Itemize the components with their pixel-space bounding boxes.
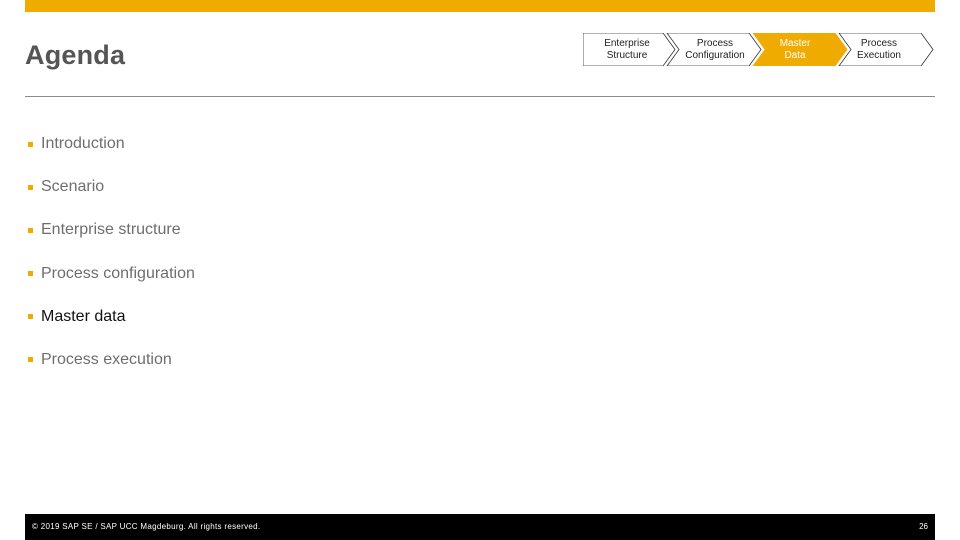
- agenda-item-label: Master data: [41, 307, 126, 325]
- chevron-label-master-data: Master Data: [779, 37, 811, 61]
- chevron-label-process-execution: Process Execution: [857, 37, 901, 61]
- square-bullet-icon: [28, 271, 33, 277]
- agenda-list: Introduction Scenario Enterprise structu…: [28, 133, 195, 392]
- title-divider: [25, 96, 935, 97]
- agenda-item-label: Scenario: [41, 178, 105, 196]
- chevron-label-process-configuration: Process Configuration: [685, 37, 745, 61]
- footer-bar: © 2019 SAP SE / SAP UCC Magdeburg. All r…: [25, 514, 935, 540]
- square-bullet-icon: [28, 141, 33, 147]
- agenda-item-enterprise-structure: Enterprise structure: [28, 219, 195, 241]
- agenda-item-label: Enterprise structure: [41, 221, 181, 239]
- page-number: 26: [919, 522, 928, 531]
- agenda-item-master-data: Master data: [28, 306, 195, 328]
- agenda-item-process-execution: Process execution: [28, 349, 195, 371]
- square-bullet-icon: [28, 184, 33, 190]
- page-title: Agenda: [25, 40, 126, 70]
- footer-copyright: © 2019 SAP SE / SAP UCC Magdeburg. All r…: [32, 522, 261, 531]
- slide: Agenda Enterprise Structure Process Conf…: [0, 0, 960, 540]
- agenda-item-introduction: Introduction: [28, 133, 195, 155]
- agenda-item-scenario: Scenario: [28, 176, 195, 198]
- process-chevron-nav: Enterprise Structure Process Configurati…: [582, 32, 938, 67]
- square-bullet-icon: [28, 357, 33, 363]
- square-bullet-icon: [28, 314, 33, 320]
- agenda-item-label: Process execution: [41, 350, 172, 368]
- agenda-item-label: Introduction: [41, 135, 125, 152]
- square-bullet-icon: [28, 227, 33, 233]
- top-accent-bar: [25, 0, 935, 12]
- chevron-label-enterprise-structure: Enterprise Structure: [604, 37, 650, 61]
- agenda-item-label: Process configuration: [41, 264, 195, 282]
- agenda-item-process-configuration: Process configuration: [28, 263, 195, 285]
